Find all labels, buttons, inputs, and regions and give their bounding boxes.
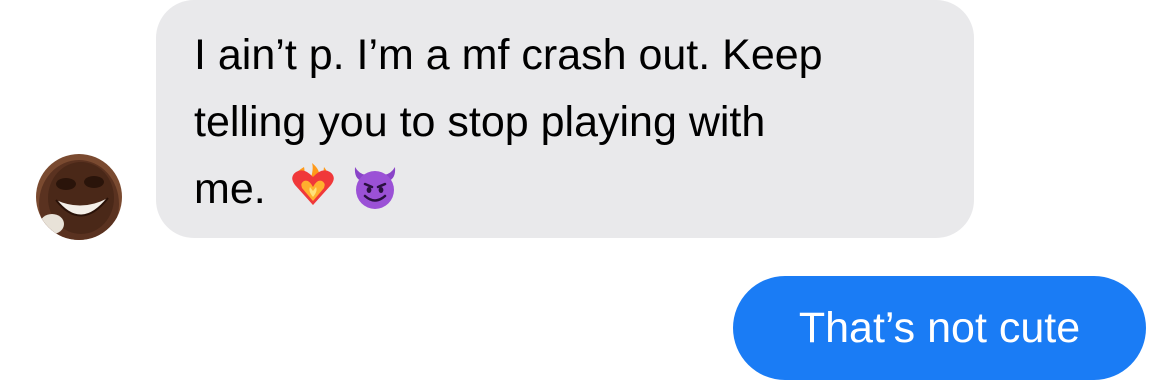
incoming-message-line-1: I ain’t p. I’m a mf crash out. Keep [194,31,823,79]
contact-avatar[interactable] [36,154,122,240]
heart-on-fire-icon [288,161,338,211]
incoming-message-line-2: telling you to stop playing with [194,98,766,146]
smiling-devil-icon [350,161,400,211]
incoming-message-line-3: me. [194,156,944,223]
incoming-message-line-3-text: me. [194,165,266,213]
message-thread: I ain’t p. I’m a mf crash out. Keep tell… [0,0,1169,389]
outgoing-message-text: That’s not cute [798,304,1081,352]
outgoing-message-bubble[interactable]: That’s not cute [733,276,1146,380]
incoming-message-bubble[interactable]: I ain’t p. I’m a mf crash out. Keep tell… [156,0,974,238]
avatar-photo [36,154,122,240]
